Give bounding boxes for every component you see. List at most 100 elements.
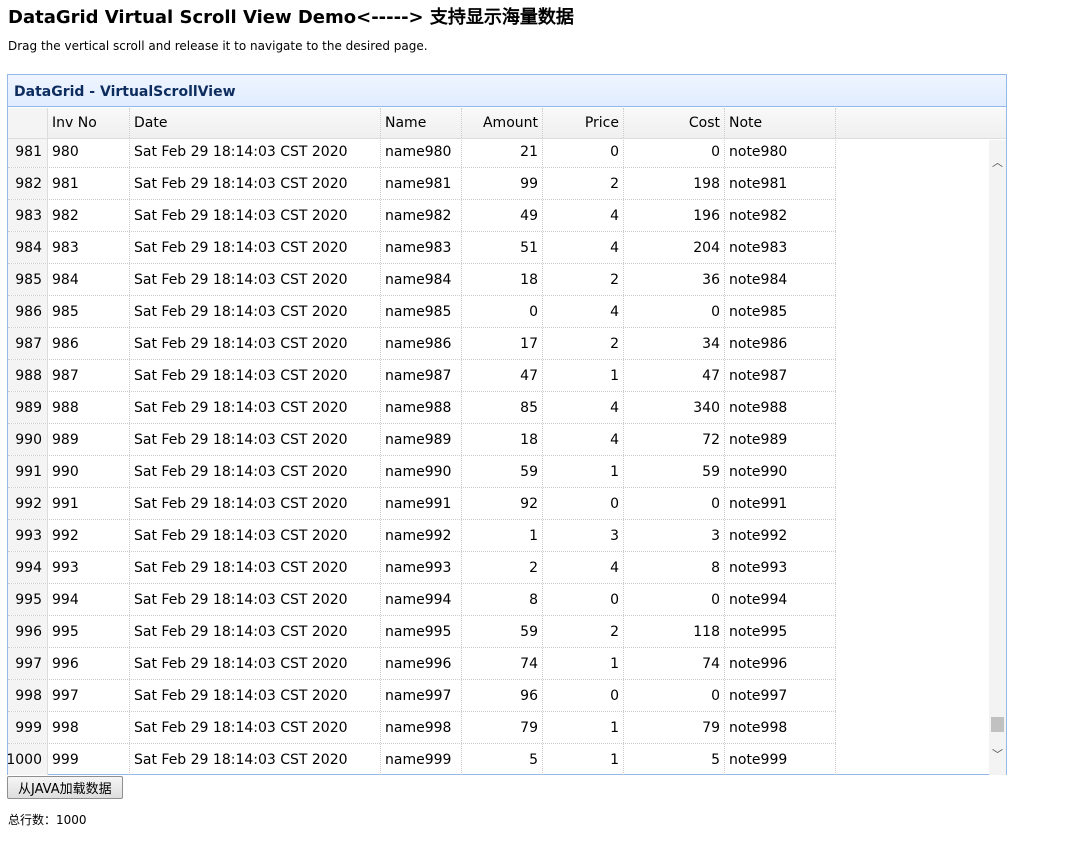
cell-date: Sat Feb 29 18:14:03 CST 2020 [130, 488, 381, 519]
row-number: 990 [8, 424, 48, 455]
cell-note: note991 [725, 488, 836, 519]
load-from-java-button[interactable]: 从JAVA加载数据 [7, 776, 123, 799]
cell-cost: 59 [624, 456, 725, 487]
row-number: 995 [8, 584, 48, 615]
column-header-name[interactable]: Name [381, 108, 462, 138]
table-row[interactable]: 981 980 Sat Feb 29 18:14:03 CST 2020 name98… [8, 139, 836, 168]
cell-name: name996 [381, 648, 462, 679]
cell-amount: 59 [462, 616, 543, 647]
cell-price: 4 [543, 296, 624, 327]
grid-header: Inv No Date Name Amount Price Cost Note [8, 108, 1006, 139]
panel-header: DataGrid - VirtualScrollView [8, 75, 1006, 107]
cell-amount: 51 [462, 232, 543, 263]
column-header-note[interactable]: Note [725, 108, 836, 138]
cell-amount: 21 [462, 139, 543, 167]
datagrid-panel: DataGrid - VirtualScrollView Inv No Date… [7, 74, 1007, 775]
cell-date: Sat Feb 29 18:14:03 CST 2020 [130, 424, 381, 455]
cell-date: Sat Feb 29 18:14:03 CST 2020 [130, 139, 381, 167]
cell-name: name986 [381, 328, 462, 359]
cell-price: 1 [543, 360, 624, 391]
cell-note: note996 [725, 648, 836, 679]
cell-price: 4 [543, 424, 624, 455]
table-row[interactable]: 1000 999 Sat Feb 29 18:14:03 CST 2020 name9… [8, 744, 836, 775]
table-row[interactable]: 982 981 Sat Feb 29 18:14:03 CST 2020 name98… [8, 168, 836, 200]
cell-cost: 34 [624, 328, 725, 359]
cell-note: note990 [725, 456, 836, 487]
row-number: 982 [8, 168, 48, 199]
table-row[interactable]: 984 983 Sat Feb 29 18:14:03 CST 2020 name98… [8, 232, 836, 264]
table-row[interactable]: 985 984 Sat Feb 29 18:14:03 CST 2020 name98… [8, 264, 836, 296]
cell-inv-no: 984 [48, 264, 130, 295]
column-header-date[interactable]: Date [130, 108, 381, 138]
cell-amount: 74 [462, 648, 543, 679]
column-header-price[interactable]: Price [543, 108, 624, 138]
cell-inv-no: 997 [48, 680, 130, 711]
table-row[interactable]: 988 987 Sat Feb 29 18:14:03 CST 2020 name98… [8, 360, 836, 392]
cell-inv-no: 985 [48, 296, 130, 327]
header-filler [836, 108, 1006, 138]
column-header-inv-no[interactable]: Inv No [48, 108, 130, 138]
table-row[interactable]: 999 998 Sat Feb 29 18:14:03 CST 2020 name99… [8, 712, 836, 744]
panel-title: DataGrid - VirtualScrollView [14, 83, 236, 100]
row-number: 994 [8, 552, 48, 583]
table-row[interactable]: 987 986 Sat Feb 29 18:14:03 CST 2020 name98… [8, 328, 836, 360]
vertical-scrollbar[interactable]: ︿ ﹀ [989, 140, 1006, 775]
cell-amount: 79 [462, 712, 543, 743]
cell-note: note980 [725, 139, 836, 167]
cell-date: Sat Feb 29 18:14:03 CST 2020 [130, 680, 381, 711]
table-row[interactable]: 996 995 Sat Feb 29 18:14:03 CST 2020 name99… [8, 616, 836, 648]
cell-price: 3 [543, 520, 624, 551]
cell-cost: 0 [624, 680, 725, 711]
cell-name: name988 [381, 392, 462, 423]
cell-price: 2 [543, 168, 624, 199]
total-rows-label: 总行数：1000 [8, 813, 87, 827]
cell-cost: 47 [624, 360, 725, 391]
cell-inv-no: 981 [48, 168, 130, 199]
cell-price: 0 [543, 488, 624, 519]
table-row[interactable]: 990 989 Sat Feb 29 18:14:03 CST 2020 name98… [8, 424, 836, 456]
cell-note: note993 [725, 552, 836, 583]
cell-name: name985 [381, 296, 462, 327]
table-row[interactable]: 983 982 Sat Feb 29 18:14:03 CST 2020 name98… [8, 200, 836, 232]
column-header-cost[interactable]: Cost [624, 108, 725, 138]
cell-inv-no: 994 [48, 584, 130, 615]
cell-name: name987 [381, 360, 462, 391]
cell-amount: 17 [462, 328, 543, 359]
table-row[interactable]: 997 996 Sat Feb 29 18:14:03 CST 2020 name99… [8, 648, 836, 680]
cell-inv-no: 996 [48, 648, 130, 679]
table-row[interactable]: 986 985 Sat Feb 29 18:14:03 CST 2020 name98… [8, 296, 836, 328]
column-header-amount[interactable]: Amount [462, 108, 543, 138]
chevron-up-icon[interactable]: ︿ [989, 153, 1006, 170]
cell-date: Sat Feb 29 18:14:03 CST 2020 [130, 552, 381, 583]
cell-price: 2 [543, 264, 624, 295]
cell-cost: 0 [624, 296, 725, 327]
row-number: 996 [8, 616, 48, 647]
table-row[interactable]: 993 992 Sat Feb 29 18:14:03 CST 2020 name99… [8, 520, 836, 552]
cell-note: note987 [725, 360, 836, 391]
cell-amount: 8 [462, 584, 543, 615]
cell-price: 4 [543, 200, 624, 231]
table-row[interactable]: 998 997 Sat Feb 29 18:14:03 CST 2020 name99… [8, 680, 836, 712]
cell-name: name994 [381, 584, 462, 615]
grid-body: 981 980 Sat Feb 29 18:14:03 CST 2020 name98… [8, 139, 1006, 775]
cell-amount: 85 [462, 392, 543, 423]
cell-note: note998 [725, 712, 836, 743]
cell-name: name999 [381, 744, 462, 775]
table-row[interactable]: 989 988 Sat Feb 29 18:14:03 CST 2020 name98… [8, 392, 836, 424]
table-row[interactable]: 992 991 Sat Feb 29 18:14:03 CST 2020 name99… [8, 488, 836, 520]
cell-note: note981 [725, 168, 836, 199]
row-number: 985 [8, 264, 48, 295]
cell-amount: 18 [462, 264, 543, 295]
scroll-thumb[interactable] [991, 717, 1004, 732]
cell-inv-no: 989 [48, 424, 130, 455]
cell-name: name989 [381, 424, 462, 455]
row-number: 984 [8, 232, 48, 263]
cell-inv-no: 983 [48, 232, 130, 263]
chevron-down-icon[interactable]: ﹀ [989, 745, 1006, 762]
cell-note: note995 [725, 616, 836, 647]
cell-price: 0 [543, 139, 624, 167]
cell-note: note997 [725, 680, 836, 711]
table-row[interactable]: 991 990 Sat Feb 29 18:14:03 CST 2020 name99… [8, 456, 836, 488]
table-row[interactable]: 995 994 Sat Feb 29 18:14:03 CST 2020 name99… [8, 584, 836, 616]
table-row[interactable]: 994 993 Sat Feb 29 18:14:03 CST 2020 name99… [8, 552, 836, 584]
